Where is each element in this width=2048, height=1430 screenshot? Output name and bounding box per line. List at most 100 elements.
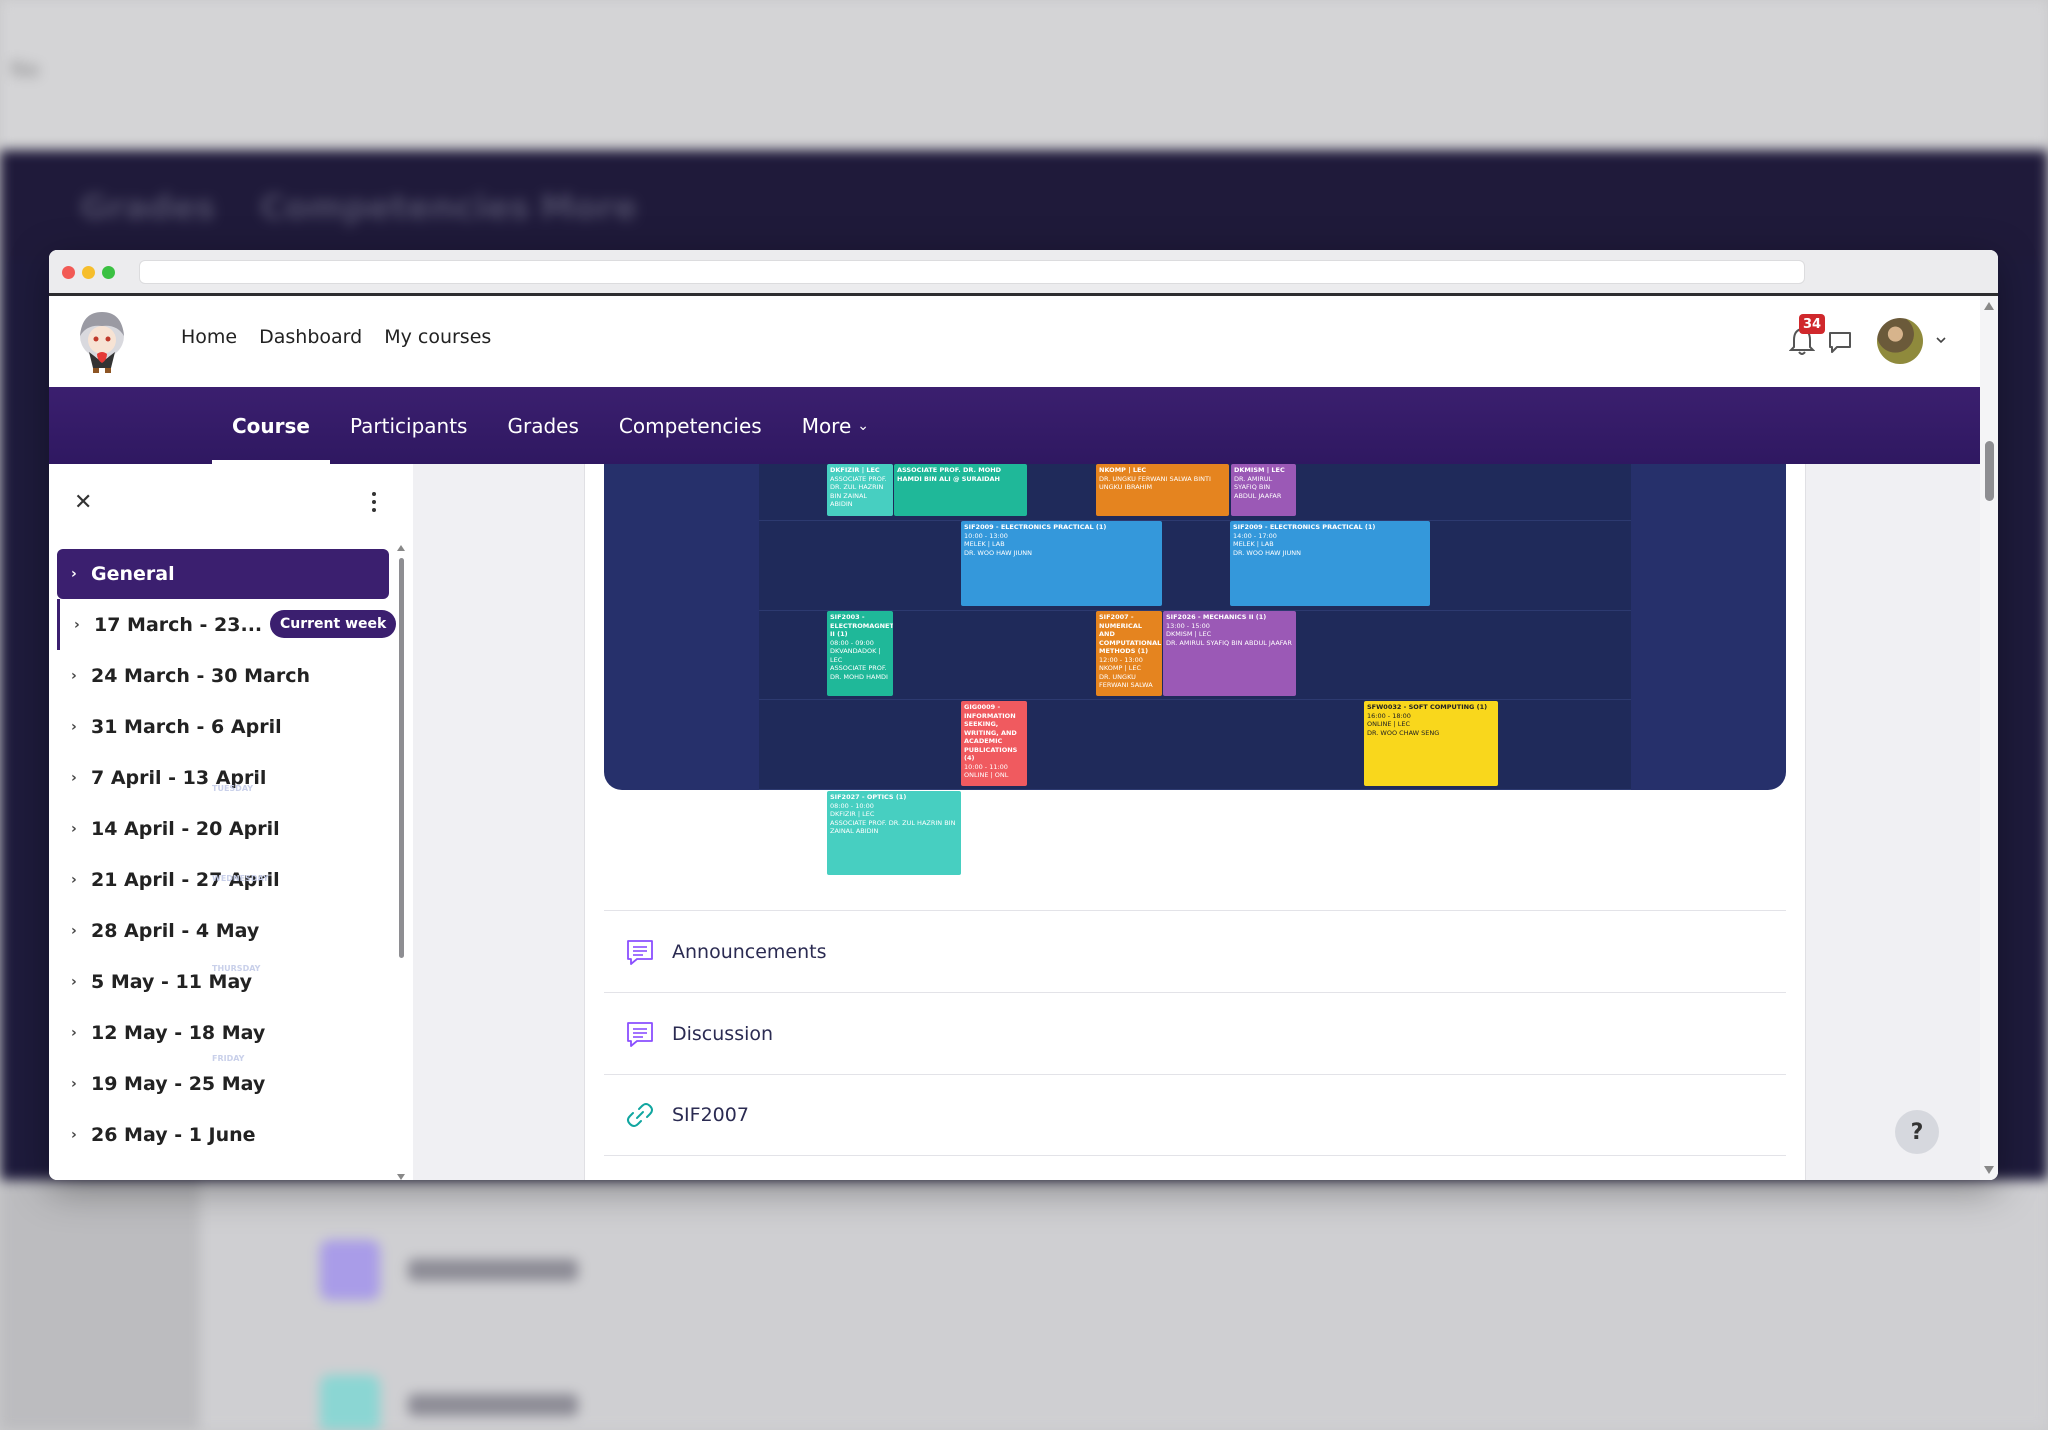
tab-competencies[interactable]: Competencies bbox=[599, 387, 782, 464]
activity-name-link[interactable]: Announcements bbox=[672, 941, 827, 963]
tab-grades-label: Grades bbox=[507, 413, 579, 438]
backdrop-top bbox=[0, 0, 2048, 150]
activity-name-link[interactable]: SIF2007 bbox=[672, 1104, 749, 1126]
scroll-up-arrow[interactable] bbox=[1984, 302, 1994, 310]
tab-more-label: More bbox=[801, 413, 852, 438]
timetable-event: DKMISM | LEC DR. AMIRUL SYAFIQ BIN ABDUL … bbox=[1231, 464, 1296, 516]
title-bar bbox=[49, 250, 1998, 296]
forum-icon bbox=[627, 1021, 653, 1047]
backdrop-bottom bbox=[0, 1180, 2048, 1430]
chevron-right-icon: › bbox=[71, 667, 77, 684]
activity-item[interactable]: Discussion bbox=[604, 992, 1786, 1074]
close-window-button[interactable] bbox=[62, 266, 75, 279]
link-icon bbox=[627, 1103, 653, 1127]
section-item[interactable]: › 26 May - 1 June bbox=[57, 1109, 397, 1160]
help-button[interactable]: ? bbox=[1895, 1110, 1939, 1154]
timetable-row bbox=[759, 699, 1631, 767]
section-label: 12 May - 18 May bbox=[91, 1021, 266, 1044]
forum-icon bbox=[627, 939, 653, 965]
chevron-right-icon: › bbox=[71, 718, 77, 735]
timetable-event: SIF2003 - ELECTROMAGNETISM II (1)08:00 -… bbox=[827, 611, 893, 696]
section-item[interactable]: › 14 April - 20 April bbox=[57, 803, 397, 854]
current-week-badge: Current week bbox=[270, 610, 397, 638]
chevron-right-icon: › bbox=[74, 616, 80, 633]
user-avatar[interactable] bbox=[1877, 318, 1923, 364]
day-label: WEDNESDAY bbox=[212, 874, 269, 883]
backdrop-item bbox=[320, 1235, 578, 1305]
chevron-right-icon: › bbox=[71, 566, 77, 582]
day-label: FRIDAY bbox=[212, 1054, 245, 1063]
tab-more[interactable]: More ⌄ bbox=[782, 387, 889, 464]
activity-item[interactable]: Announcements bbox=[604, 910, 1786, 992]
timetable-event: ASSOCIATE PROF. DR. MOHD HAMDI BIN ALI @… bbox=[894, 464, 1027, 516]
backdrop-band-item: Competencies bbox=[260, 188, 530, 228]
timetable-event: SIF2027 - OPTICS (1) 08:00 - 10:00 DKFIZIR… bbox=[827, 791, 961, 875]
timetable-event: NKOMP | LEC DR. UNGKU FERWANI SALWA BINTI… bbox=[1096, 464, 1229, 516]
section-item[interactable]: › 17 March - 23... Current week bbox=[57, 599, 397, 650]
chevron-right-icon: › bbox=[71, 1075, 77, 1092]
drawer-scrollbar-thumb[interactable] bbox=[399, 558, 404, 958]
kebab-menu-icon[interactable] bbox=[372, 492, 378, 512]
scroll-down-arrow[interactable] bbox=[397, 1174, 405, 1180]
section-label: 5 May - 11 May bbox=[91, 970, 253, 993]
tab-course[interactable]: Course bbox=[212, 387, 330, 464]
timetable-event: SIF2009 - ELECTRONICS PRACTICAL (1) 10:00… bbox=[961, 521, 1162, 606]
section-item[interactable]: › 28 April - 4 May bbox=[57, 905, 397, 956]
scroll-down-arrow[interactable] bbox=[1984, 1166, 1994, 1174]
section-label: 17 March - 23... bbox=[94, 613, 263, 636]
section-item-general[interactable]: › General bbox=[57, 549, 389, 599]
section-item[interactable]: › 12 May - 18 May bbox=[57, 1007, 397, 1058]
scroll-up-arrow[interactable] bbox=[397, 545, 405, 551]
section-item[interactable]: › 19 May - 25 May bbox=[57, 1058, 397, 1109]
course-tabs: Course Participants Grades Competencies … bbox=[212, 387, 889, 464]
chevron-down-icon[interactable] bbox=[1935, 334, 1947, 346]
nav-dashboard-link[interactable]: Dashboard bbox=[259, 326, 362, 348]
section-list: › General › 17 March - 23... Current week ›… bbox=[57, 549, 397, 1160]
activity-item[interactable]: SIF2007 bbox=[604, 1074, 1786, 1156]
chevron-right-icon: › bbox=[71, 769, 77, 786]
day-label: THURSDAY bbox=[212, 964, 261, 973]
timetable-event: GIG0009 - INFORMATION SEEKING, WRITING, … bbox=[961, 701, 1027, 786]
section-label: General bbox=[91, 563, 175, 585]
drawer-scrollbar[interactable] bbox=[397, 545, 405, 1180]
section-item[interactable]: › 24 March - 30 March bbox=[57, 650, 397, 701]
chevron-right-icon: › bbox=[71, 820, 77, 837]
backdrop-side bbox=[0, 1180, 200, 1430]
scrollbar-thumb[interactable] bbox=[1985, 441, 1994, 501]
address-bar[interactable] bbox=[139, 260, 1805, 284]
tab-participants-label: Participants bbox=[350, 413, 468, 438]
chat-icon[interactable] bbox=[1827, 329, 1853, 355]
primary-nav: Home Dashboard My courses bbox=[181, 326, 491, 348]
backdrop-band-item: Grades bbox=[80, 188, 216, 228]
chevron-down-icon: ⌄ bbox=[857, 417, 870, 434]
page-scrollbar[interactable] bbox=[1980, 296, 1998, 1180]
activity-name-link[interactable]: Discussion bbox=[672, 1023, 773, 1045]
course-nav: Course Participants Grades Competencies … bbox=[49, 387, 1980, 464]
backdrop-url: Ne bbox=[10, 58, 40, 83]
tab-participants[interactable]: Participants bbox=[330, 387, 487, 464]
section-label: 31 March - 6 April bbox=[91, 715, 282, 738]
section-item[interactable]: › 7 April - 13 April bbox=[57, 752, 397, 803]
timetable-event: SFW0032 - SOFT COMPUTING (1) 16:00 - 18:0… bbox=[1364, 701, 1498, 786]
timetable-row bbox=[759, 789, 1631, 790]
chevron-right-icon: › bbox=[71, 1024, 77, 1041]
timetable-row bbox=[759, 520, 1631, 588]
tab-course-label: Course bbox=[232, 413, 310, 438]
browser-window: Home Dashboard My courses 34 Course Part… bbox=[49, 250, 1998, 1180]
section-item[interactable]: › 31 March - 6 April bbox=[57, 701, 397, 752]
nav-my-courses-link[interactable]: My courses bbox=[384, 326, 491, 348]
maximize-window-button[interactable] bbox=[102, 266, 115, 279]
chevron-right-icon: › bbox=[71, 973, 77, 990]
notification-count-badge: 34 bbox=[1799, 314, 1826, 334]
course-index-drawer: ✕ › General › 17 March - 23... Current week… bbox=[49, 464, 413, 1180]
timetable-event: DKFIZIR | LEC ASSOCIATE PROF. DR. ZUL HAZ… bbox=[827, 464, 893, 516]
close-drawer-button[interactable]: ✕ bbox=[74, 490, 92, 515]
section-label: 26 May - 1 June bbox=[91, 1123, 256, 1146]
nav-home-link[interactable]: Home bbox=[181, 326, 237, 348]
section-label: 24 March - 30 March bbox=[91, 664, 311, 687]
tab-grades[interactable]: Grades bbox=[487, 387, 598, 464]
site-logo[interactable] bbox=[67, 306, 137, 376]
minimize-window-button[interactable] bbox=[82, 266, 95, 279]
timetable-event: SIF2026 - MECHANICS II (1) 13:00 - 15:00 D… bbox=[1163, 611, 1296, 696]
section-label: 28 April - 4 May bbox=[91, 919, 260, 942]
